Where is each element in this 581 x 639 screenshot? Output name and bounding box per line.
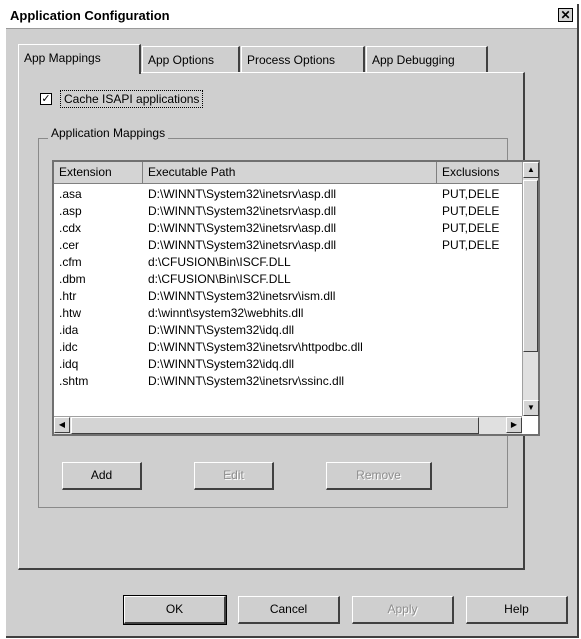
list-cell-exclusions: PUT,DELE [442, 187, 500, 201]
scroll-down-icon[interactable]: ▼ [523, 400, 539, 416]
apply-button[interactable]: Apply [352, 596, 454, 624]
mappings-list[interactable]: Extension Executable Path Exclusions .as… [52, 160, 540, 436]
ok-button[interactable]: OK [123, 595, 227, 625]
cache-isapi-option[interactable]: ✓ Cache ISAPI applications [40, 90, 204, 108]
list-cell-path: D:\WINNT\System32\inetsrv\ism.dll [148, 289, 336, 303]
column-header-executable-path[interactable]: Executable Path [143, 162, 437, 184]
window-title: Application Configuration [10, 8, 170, 23]
horizontal-scroll-thumb[interactable] [71, 417, 479, 434]
list-cell-exclusions: PUT,DELE [442, 238, 500, 252]
list-cell-extension: .htr [59, 289, 77, 303]
list-cell-extension: .cdx [59, 221, 82, 235]
list-item[interactable]: .htr D:\WINNT\System32\inetsrv\ism.dll [54, 288, 522, 304]
list-cell-exclusions: PUT,DELE [442, 204, 500, 218]
vertical-scroll-thumb[interactable] [523, 180, 538, 352]
title-bar[interactable]: Application Configuration ✕ [6, 4, 577, 29]
list-item[interactable]: .dbm d:\CFUSION\Bin\ISCF.DLL [54, 271, 522, 287]
add-button[interactable]: Add [62, 462, 142, 490]
list-cell-extension: .asa [59, 187, 82, 201]
list-cell-extension: .idq [59, 357, 79, 371]
list-cell-path: D:\WINNT\System32\inetsrv\ssinc.dll [148, 374, 345, 388]
list-cell-extension: .ida [59, 323, 79, 337]
list-item[interactable]: .cfm d:\CFUSION\Bin\ISCF.DLL [54, 254, 522, 270]
tab-app-options[interactable]: App Options [142, 46, 240, 72]
tab-app-mappings[interactable]: App Mappings [18, 44, 141, 74]
close-icon[interactable]: ✕ [558, 8, 573, 22]
group-title: Application Mappings [48, 126, 169, 140]
list-cell-path: d:\winnt\system32\webhits.dll [148, 306, 304, 320]
list-cell-extension: .cer [59, 238, 80, 252]
vertical-scrollbar[interactable]: ▲ ▼ [522, 162, 539, 416]
list-item[interactable]: .ida D:\WINNT\System32\idq.dll [54, 322, 522, 338]
list-cell-path: D:\WINNT\System32\inetsrv\httpodbc.dll [148, 340, 363, 354]
list-cell-extension: .asp [59, 204, 82, 218]
help-button[interactable]: Help [466, 596, 568, 624]
list-cell-path: d:\CFUSION\Bin\ISCF.DLL [148, 272, 291, 286]
list-item[interactable]: .idq D:\WINNT\System32\idq.dll [54, 356, 522, 372]
list-cell-path: D:\WINNT\System32\inetsrv\asp.dll [148, 221, 337, 235]
list-cell-path: D:\WINNT\System32\idq.dll [148, 357, 295, 371]
list-cell-extension: .idc [59, 340, 78, 354]
list-cell-extension: .dbm [59, 272, 86, 286]
list-item[interactable]: .htw d:\winnt\system32\webhits.dll [54, 305, 522, 321]
list-cell-extension: .cfm [59, 255, 82, 269]
scroll-up-icon[interactable]: ▲ [523, 162, 539, 178]
tab-process-options[interactable]: Process Options [241, 46, 365, 72]
list-item[interactable]: .shtm D:\WINNT\System32\inetsrv\ssinc.dll [54, 373, 522, 389]
list-item[interactable]: .cer D:\WINNT\System32\inetsrv\asp.dll PUT… [54, 237, 522, 253]
column-header-exclusions[interactable]: Exclusions [437, 162, 523, 184]
scroll-right-icon[interactable]: ▶ [506, 417, 522, 433]
list-cell-path: d:\CFUSION\Bin\ISCF.DLL [148, 255, 291, 269]
cancel-button[interactable]: Cancel [238, 596, 340, 624]
cache-isapi-label[interactable]: Cache ISAPI applications [60, 90, 204, 108]
horizontal-scrollbar[interactable]: ◀ ▶ [54, 416, 522, 434]
list-item[interactable]: .cdx D:\WINNT\System32\inetsrv\asp.dll PUT… [54, 220, 522, 236]
list-cell-path: D:\WINNT\System32\inetsrv\asp.dll [148, 238, 337, 252]
tab-app-debugging[interactable]: App Debugging [366, 46, 488, 72]
remove-button[interactable]: Remove [326, 462, 432, 490]
column-header-extension[interactable]: Extension [54, 162, 143, 184]
list-cell-extension: .shtm [59, 374, 89, 388]
scroll-left-icon[interactable]: ◀ [54, 417, 70, 433]
list-item[interactable]: .idc D:\WINNT\System32\inetsrv\httpodbc.d… [54, 339, 522, 355]
edit-button[interactable]: Edit [194, 462, 274, 490]
cache-isapi-checkbox[interactable]: ✓ [40, 93, 52, 105]
list-cell-extension: .htw [59, 306, 82, 320]
list-cell-path: D:\WINNT\System32\inetsrv\asp.dll [148, 204, 337, 218]
list-item[interactable]: .asa D:\WINNT\System32\inetsrv\asp.dll PUT… [54, 186, 522, 202]
list-cell-path: D:\WINNT\System32\inetsrv\asp.dll [148, 187, 337, 201]
list-cell-path: D:\WINNT\System32\idq.dll [148, 323, 295, 337]
list-item[interactable]: .asp D:\WINNT\System32\inetsrv\asp.dll PUT… [54, 203, 522, 219]
list-cell-exclusions: PUT,DELE [442, 221, 500, 235]
